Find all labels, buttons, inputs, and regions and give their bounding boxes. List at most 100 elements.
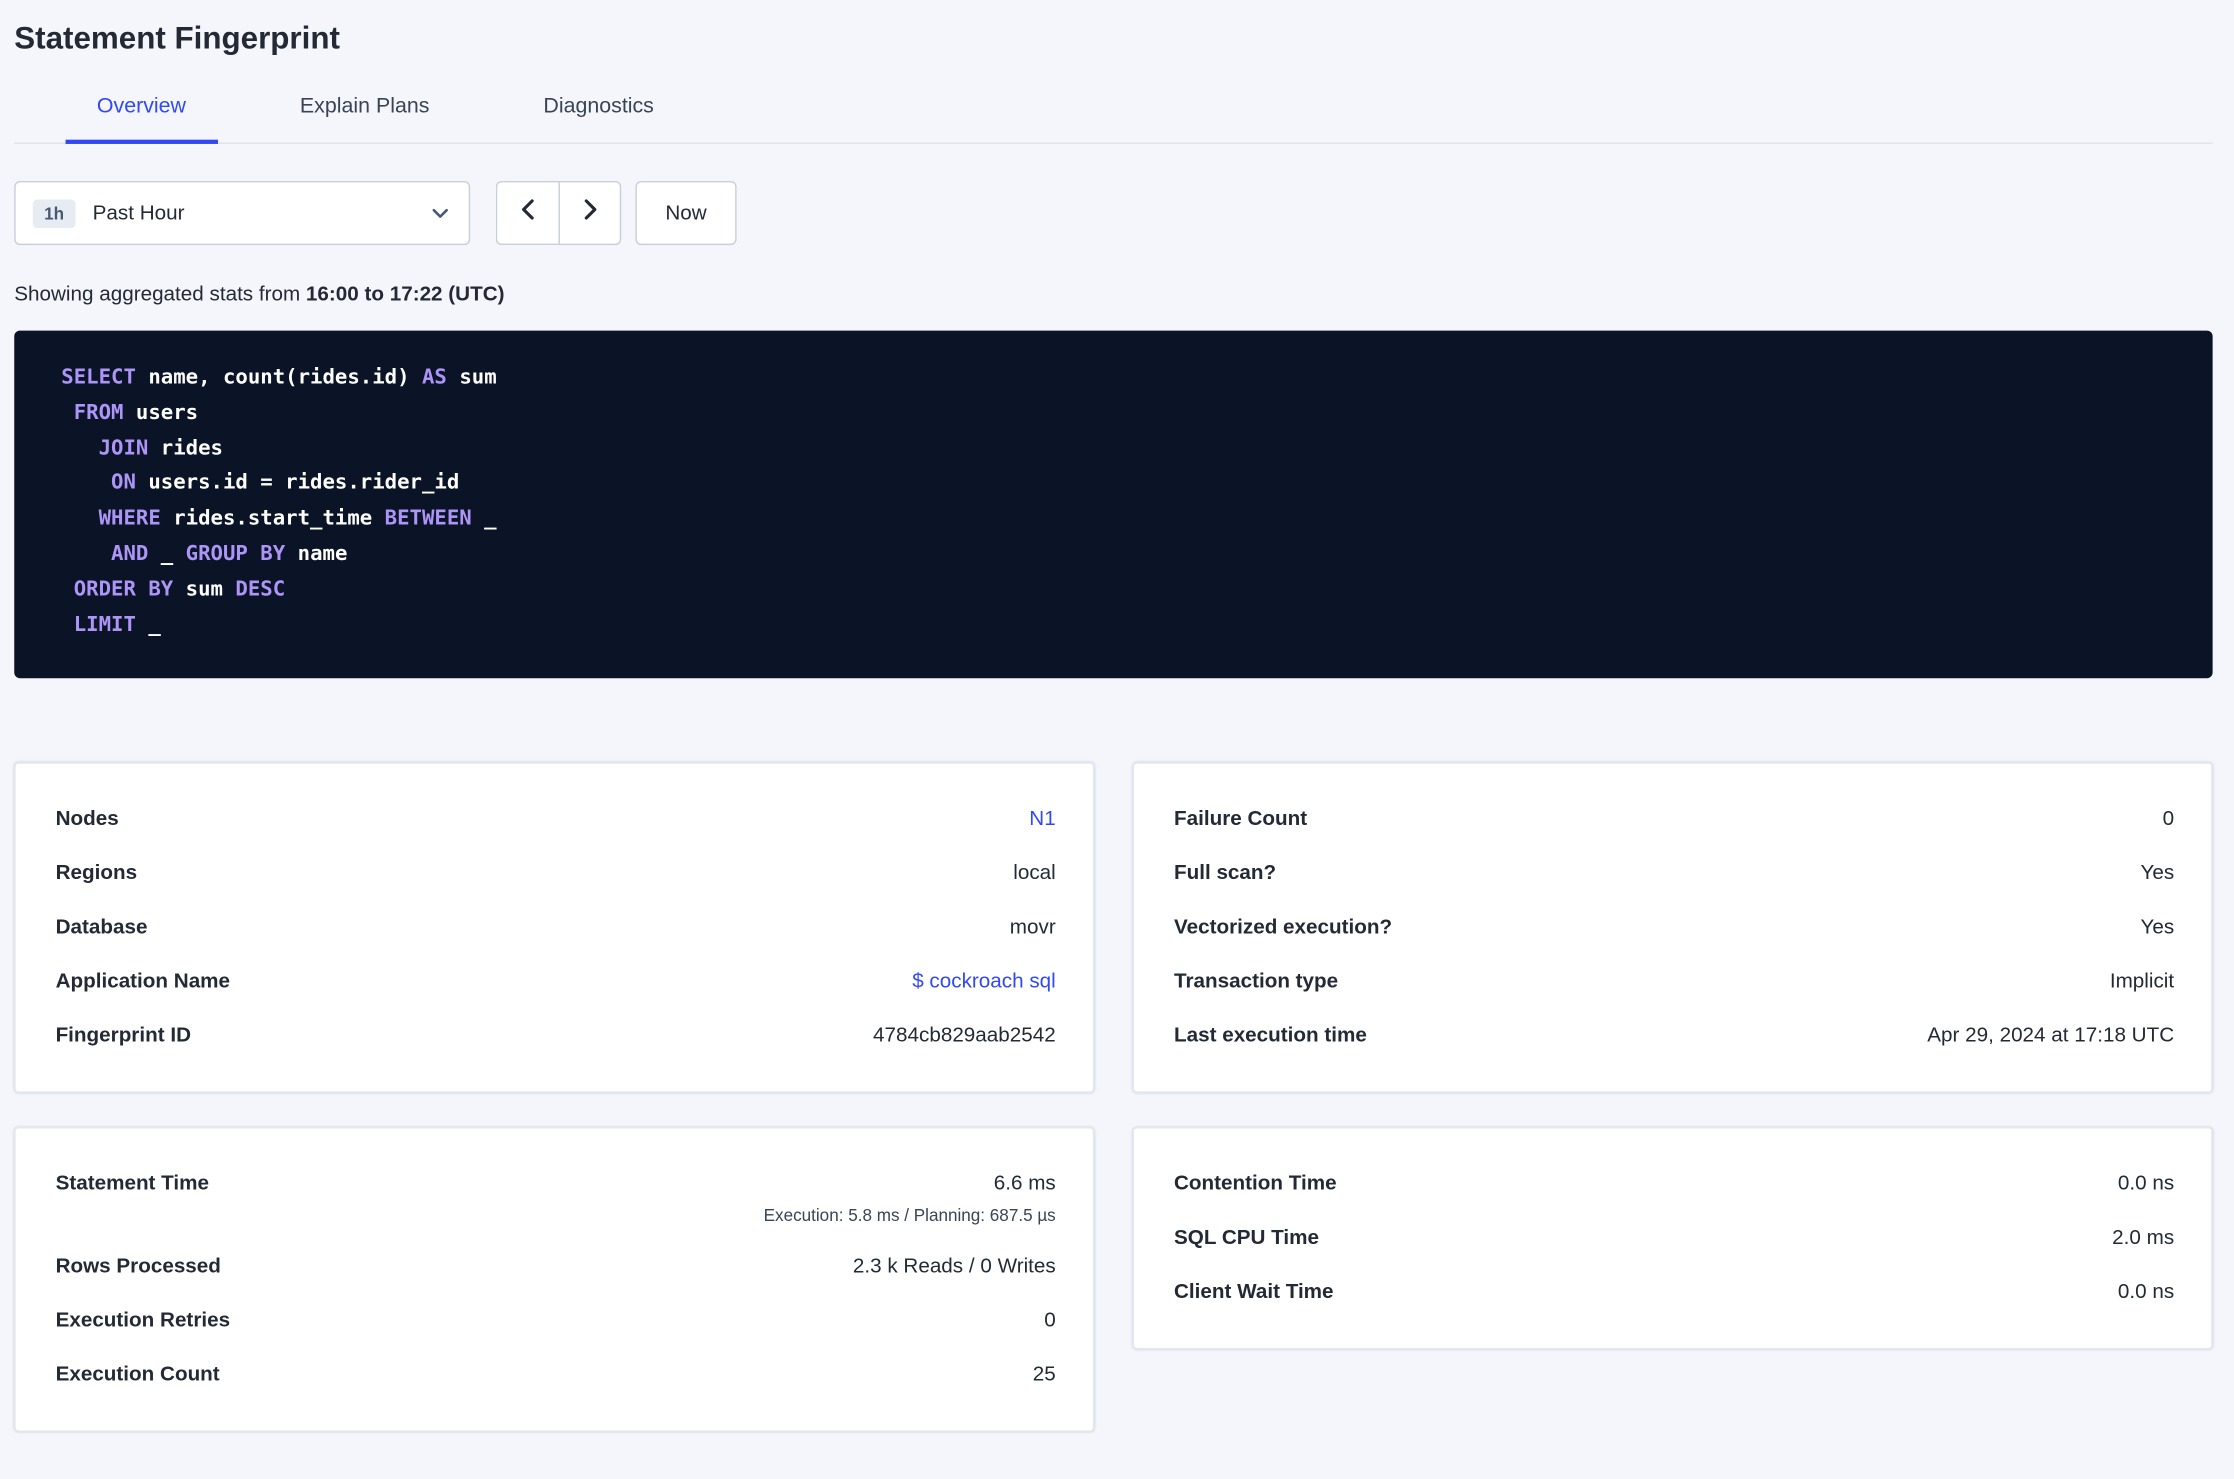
sql-line: AND _ GROUP BY name	[61, 537, 2184, 572]
tab-bar: Overview Explain Plans Diagnostics	[14, 77, 2213, 144]
sql-keyword: JOIN	[98, 436, 149, 460]
row-value: 0	[2162, 807, 2175, 831]
sql-code: SELECT name, count(rides.id) AS sum FROM…	[61, 361, 2184, 644]
card-row: SQL CPU Time 2.0 ms	[1174, 1212, 2174, 1266]
row-value: local	[1013, 861, 1056, 885]
card-row: Transaction type Implicit	[1174, 955, 2174, 1009]
card-row: Application Name $ cockroach sql	[56, 955, 1056, 1009]
stats-cards: Nodes N1 Regions local Database movr App…	[14, 762, 2213, 1433]
card-execution-attributes: Failure Count 0 Full scan? Yes Vectorize…	[1132, 762, 2213, 1094]
row-value: Apr 29, 2024 at 17:18 UTC	[1927, 1024, 2175, 1048]
card-row: Execution Count 25	[56, 1348, 1056, 1402]
row-value: 0.0 ns	[2117, 1280, 2175, 1304]
card-row: Last execution time Apr 29, 2024 at 17:1…	[1174, 1009, 2174, 1063]
card-statement-timing: Statement Time 6.6 ms Execution: 5.8 ms …	[14, 1127, 1095, 1433]
row-label: Vectorized execution?	[1173, 915, 1393, 939]
row-label: Regions	[55, 861, 138, 885]
sql-line: WHERE rides.start_time BETWEEN _	[61, 502, 2184, 537]
sql-keyword: SELECT	[61, 366, 136, 390]
row-label: Contention Time	[1173, 1172, 1337, 1196]
sql-keyword: DESC	[235, 578, 286, 601]
sql-line: ON users.id = rides.rider_id	[61, 467, 2184, 502]
row-value: 0.0 ns	[2117, 1172, 2175, 1196]
card-row: Contention Time 0.0 ns	[1174, 1157, 2174, 1211]
card-row: Rows Processed 2.3 k Reads / 0 Writes	[56, 1240, 1056, 1294]
sql-keyword: AND	[111, 542, 149, 566]
row-value: 2.0 ms	[2112, 1226, 2175, 1250]
sql-text: _	[148, 542, 186, 566]
sql-text: rides	[148, 436, 223, 460]
interval-arrows	[495, 180, 622, 246]
row-value: 4784cb829aab2542	[873, 1024, 1056, 1048]
card-row: Execution Retries 0	[56, 1294, 1056, 1348]
row-label: Execution Retries	[55, 1309, 231, 1333]
now-button[interactable]: Now	[635, 180, 737, 246]
card-row: Fingerprint ID 4784cb829aab2542	[56, 1009, 1056, 1063]
card-row: Full scan? Yes	[1174, 847, 2174, 901]
sql-line: ORDER BY sum DESC	[61, 572, 2184, 607]
card-row: Database movr	[56, 901, 1056, 955]
tab-label: Diagnostics	[543, 94, 654, 119]
tab[interactable]: Overview	[65, 77, 218, 144]
row-label: Failure Count	[1173, 807, 1308, 831]
card-row: Statement Time 6.6 ms Execution: 5.8 ms …	[56, 1157, 1056, 1240]
row-value: Yes	[2140, 861, 2175, 885]
row-label: Application Name	[55, 970, 231, 993]
row-label: Database	[55, 915, 148, 939]
tab[interactable]: Explain Plans	[269, 77, 461, 144]
previous-interval-button[interactable]	[495, 180, 559, 246]
sql-keyword: AS	[421, 366, 447, 390]
row-label: Client Wait Time	[1173, 1280, 1334, 1304]
row-label: Transaction type	[1173, 970, 1339, 993]
card-row: Vectorized execution? Yes	[1174, 901, 2174, 955]
sql-line: FROM users	[61, 396, 2184, 431]
chevron-down-icon	[432, 207, 449, 218]
row-label: Rows Processed	[55, 1255, 221, 1278]
sql-line: SELECT name, count(rides.id) AS sum	[61, 361, 2184, 396]
sql-keyword: GROUP BY	[185, 542, 286, 566]
sql-text: name	[285, 542, 348, 566]
row-label: Nodes	[55, 807, 119, 831]
row-value: 0	[1044, 1309, 1056, 1333]
page-title: Statement Fingerprint	[14, 20, 340, 56]
row-label: Last execution time	[1173, 1024, 1367, 1048]
statement-fingerprint-page: Statement Fingerprint Overview Explain P…	[0, 20, 2234, 1479]
row-label: Execution Count	[55, 1363, 220, 1387]
row-value: Yes	[2140, 915, 2175, 939]
sql-text: name, count(rides.id)	[135, 366, 422, 390]
sql-keyword: LIMIT	[73, 613, 136, 637]
tab-label: Explain Plans	[299, 94, 430, 119]
row-label: Fingerprint ID	[55, 1024, 192, 1048]
sql-text: sum	[446, 366, 497, 390]
sql-line: JOIN rides	[61, 431, 2184, 466]
tab[interactable]: Diagnostics	[512, 77, 685, 144]
row-label: Statement Time	[55, 1172, 210, 1196]
sql-keyword: ON	[111, 472, 136, 495]
card-row: Client Wait Time 0.0 ns	[1174, 1266, 2174, 1320]
row-label: Full scan?	[1173, 861, 1277, 885]
card-row: Failure Count 0	[1174, 793, 2174, 847]
row-value[interactable]: $ cockroach sql	[912, 969, 1056, 996]
sql-keyword: BETWEEN	[384, 507, 472, 531]
chevron-left-icon	[520, 198, 536, 228]
row-value: 2.3 k Reads / 0 Writes	[852, 1255, 1056, 1278]
sql-text: _	[135, 613, 161, 637]
row-value: Implicit	[2109, 970, 2175, 993]
sql-keyword: FROM	[73, 401, 124, 425]
row-value: 6.6 ms	[993, 1172, 1056, 1196]
interval-label: Past Hour	[92, 201, 185, 225]
sql-text: users.id = rides.rider_id	[135, 472, 460, 495]
tab-label: Overview	[96, 94, 186, 119]
time-interval-dropdown[interactable]: 1h Past Hour	[14, 180, 471, 246]
card-contention-timing: Contention Time 0.0 ns SQL CPU Time 2.0 …	[1132, 1127, 2213, 1350]
next-interval-button[interactable]	[558, 180, 622, 246]
row-value[interactable]: N1	[1029, 806, 1055, 833]
card-statement-details: Nodes N1 Regions local Database movr App…	[14, 762, 1095, 1094]
aggregated-stats-caption: Showing aggregated stats from 16:00 to 1…	[14, 282, 2212, 308]
sql-keyword: ORDER BY	[73, 578, 174, 601]
